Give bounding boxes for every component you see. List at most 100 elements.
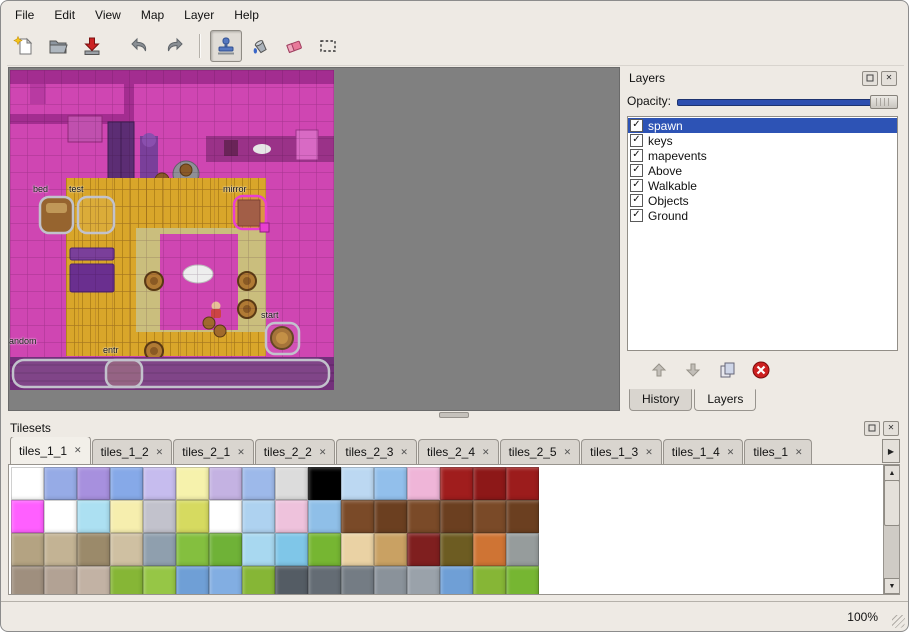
close-tab-icon[interactable]: ✕: [795, 448, 803, 457]
tile[interactable]: [110, 500, 143, 533]
layer-row-Ground[interactable]: ✓Ground: [628, 208, 897, 223]
tile[interactable]: [341, 533, 374, 566]
map-canvas[interactable]: bedtestmirrorstartentrandom: [9, 68, 619, 410]
tileset-tab-tiles_1_4[interactable]: tiles_1_4✕: [663, 439, 744, 464]
scrollbar-thumb[interactable]: [884, 480, 900, 526]
close-tab-icon[interactable]: ✕: [482, 448, 490, 457]
panel-tab-layers[interactable]: Layers: [694, 389, 756, 411]
layer-row-Walkable[interactable]: ✓Walkable: [628, 178, 897, 193]
tile[interactable]: [77, 500, 110, 533]
tile[interactable]: [275, 500, 308, 533]
tile[interactable]: [473, 566, 506, 595]
tile[interactable]: [176, 533, 209, 566]
tile[interactable]: [110, 467, 143, 500]
tile[interactable]: [506, 500, 539, 533]
layer-visibility-checkbox[interactable]: ✓: [630, 149, 643, 162]
tile[interactable]: [77, 566, 110, 595]
tile[interactable]: [44, 500, 77, 533]
tile[interactable]: [143, 533, 176, 566]
layer-visibility-checkbox[interactable]: ✓: [630, 134, 643, 147]
tileset-tab-tiles_2_1[interactable]: tiles_2_1✕: [173, 439, 254, 464]
tile[interactable]: [374, 500, 407, 533]
tile[interactable]: [275, 467, 308, 500]
tile[interactable]: [242, 500, 275, 533]
close-tab-icon[interactable]: ✕: [156, 448, 164, 457]
float-panel-button[interactable]: [862, 71, 878, 86]
tile[interactable]: [308, 500, 341, 533]
rectangular-select-button[interactable]: [312, 30, 344, 62]
tileset-tab-tiles_2_5[interactable]: tiles_2_5✕: [500, 439, 581, 464]
eraser-button[interactable]: [278, 30, 310, 62]
redo-button[interactable]: [158, 30, 190, 62]
tileset-scrollbar[interactable]: ▲ ▼: [883, 465, 899, 594]
layer-row-Above[interactable]: ✓Above: [628, 163, 897, 178]
tile[interactable]: [440, 566, 473, 595]
menu-view[interactable]: View: [85, 5, 131, 25]
layer-visibility-checkbox[interactable]: ✓: [630, 209, 643, 222]
tileset-tab-tiles_1_3[interactable]: tiles_1_3✕: [581, 439, 662, 464]
tile[interactable]: [209, 533, 242, 566]
tileset-tab-tiles_2_3[interactable]: tiles_2_3✕: [336, 439, 417, 464]
tile[interactable]: [143, 500, 176, 533]
tile[interactable]: [11, 533, 44, 566]
close-tab-icon[interactable]: ✕: [564, 448, 572, 457]
tile[interactable]: [44, 566, 77, 595]
tile[interactable]: [473, 533, 506, 566]
raise-layer-button[interactable]: [649, 360, 669, 380]
tile[interactable]: [308, 566, 341, 595]
tile[interactable]: [242, 467, 275, 500]
tile[interactable]: [341, 566, 374, 595]
tile[interactable]: [242, 566, 275, 595]
layer-row-keys[interactable]: ✓keys: [628, 133, 897, 148]
close-tab-icon[interactable]: ✕: [727, 448, 735, 457]
tile[interactable]: [143, 566, 176, 595]
duplicate-layer-button[interactable]: [717, 360, 737, 380]
tile[interactable]: [110, 533, 143, 566]
tile[interactable]: [209, 500, 242, 533]
open-button[interactable]: [42, 30, 74, 62]
lower-layer-button[interactable]: [683, 360, 703, 380]
tile[interactable]: [407, 566, 440, 595]
tileset-tab-tiles_1_1[interactable]: tiles_1_1✕: [10, 437, 91, 464]
tile[interactable]: [77, 467, 110, 500]
tile[interactable]: [374, 533, 407, 566]
new-map-button[interactable]: [8, 30, 40, 62]
tile[interactable]: [11, 500, 44, 533]
tile[interactable]: [308, 467, 341, 500]
undo-button[interactable]: [124, 30, 156, 62]
tile[interactable]: [506, 533, 539, 566]
tile[interactable]: [506, 467, 539, 500]
tile[interactable]: [176, 500, 209, 533]
tile[interactable]: [473, 500, 506, 533]
horizontal-splitter[interactable]: [8, 411, 900, 419]
layer-row-spawn[interactable]: ✓spawn: [628, 118, 897, 133]
tileset-tab-tiles_2_2[interactable]: tiles_2_2✕: [255, 439, 336, 464]
tile[interactable]: [407, 467, 440, 500]
menu-help[interactable]: Help: [224, 5, 269, 25]
tile[interactable]: [11, 566, 44, 595]
tile[interactable]: [440, 533, 473, 566]
tile[interactable]: [44, 533, 77, 566]
tile[interactable]: [176, 467, 209, 500]
bucket-fill-button[interactable]: [244, 30, 276, 62]
tile[interactable]: [506, 566, 539, 595]
delete-layer-button[interactable]: [751, 360, 771, 380]
close-tab-icon[interactable]: ✕: [400, 448, 408, 457]
tile[interactable]: [275, 566, 308, 595]
close-tab-icon[interactable]: ✕: [319, 448, 327, 457]
menu-map[interactable]: Map: [131, 5, 174, 25]
tile[interactable]: [473, 467, 506, 500]
tile[interactable]: [407, 533, 440, 566]
layer-row-Objects[interactable]: ✓Objects: [628, 193, 897, 208]
tile[interactable]: [110, 566, 143, 595]
resize-grip[interactable]: [892, 615, 905, 628]
close-tilesets-button[interactable]: ✕: [883, 421, 899, 436]
layer-visibility-checkbox[interactable]: ✓: [630, 194, 643, 207]
tile[interactable]: [77, 533, 110, 566]
map-view[interactable]: bedtestmirrorstartentrandom: [8, 67, 620, 411]
float-tilesets-button[interactable]: [864, 421, 880, 436]
close-panel-button[interactable]: ✕: [881, 71, 897, 86]
scroll-down-button[interactable]: ▼: [884, 578, 900, 594]
stamp-brush-button[interactable]: [210, 30, 242, 62]
tileset-tab-tiles_1[interactable]: tiles_1✕: [744, 439, 811, 464]
